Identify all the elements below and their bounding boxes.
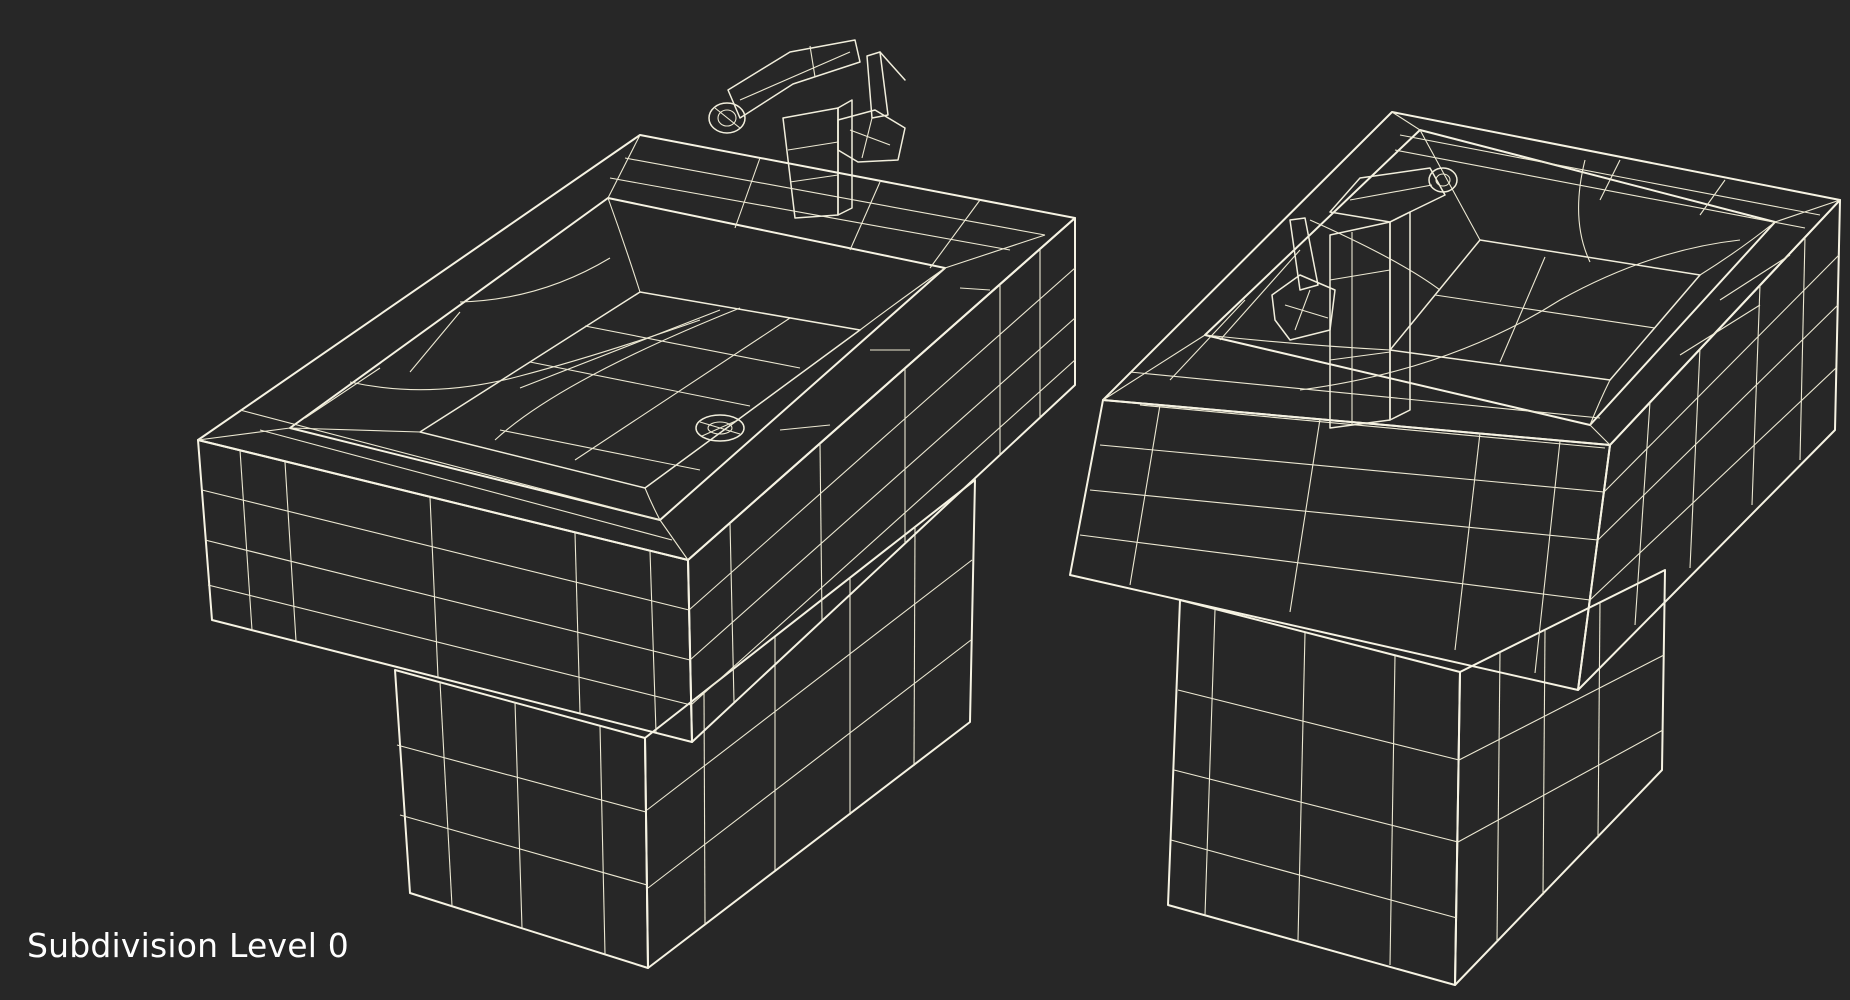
bidet-front-view	[197, 39, 1076, 969]
basin-bowl-interior	[289, 197, 946, 521]
pedestal-side-face-right	[1454, 569, 1666, 986]
bowl-wire-grid-right	[1204, 129, 1776, 426]
faucet-lever-icon	[837, 51, 906, 163]
basin-front-wire-grid-right	[1079, 404, 1605, 674]
basin-side-face	[687, 217, 1076, 743]
bowl-wire-grid	[289, 197, 946, 521]
pedestal-wire-grid-right	[1170, 601, 1665, 966]
subdivision-level-label: Subdivision Level 0	[27, 926, 349, 965]
basin-side-wire-grid-right	[1589, 236, 1840, 626]
basin-front-face-right	[1069, 399, 1611, 691]
drain-icon	[695, 414, 745, 442]
basin-front-wire-grid	[201, 449, 692, 733]
basin-bowl-interior-right	[1204, 129, 1776, 426]
pedestal-front-face-right	[1167, 599, 1461, 986]
bowl-floor	[419, 291, 861, 489]
wireframe-scene	[197, 39, 1841, 986]
render-viewport: Subdivision Level 0	[0, 0, 1850, 1000]
basin-top-rim	[197, 134, 1076, 561]
basin-front-face	[197, 439, 693, 743]
basin-side-wire-grid	[688, 249, 1076, 706]
basin-rim-wire-grid	[197, 134, 1046, 561]
basin-top-rim-right	[1102, 111, 1841, 446]
faucet-lever-icon-right	[1271, 217, 1336, 341]
bidet-back-view	[1069, 111, 1841, 986]
